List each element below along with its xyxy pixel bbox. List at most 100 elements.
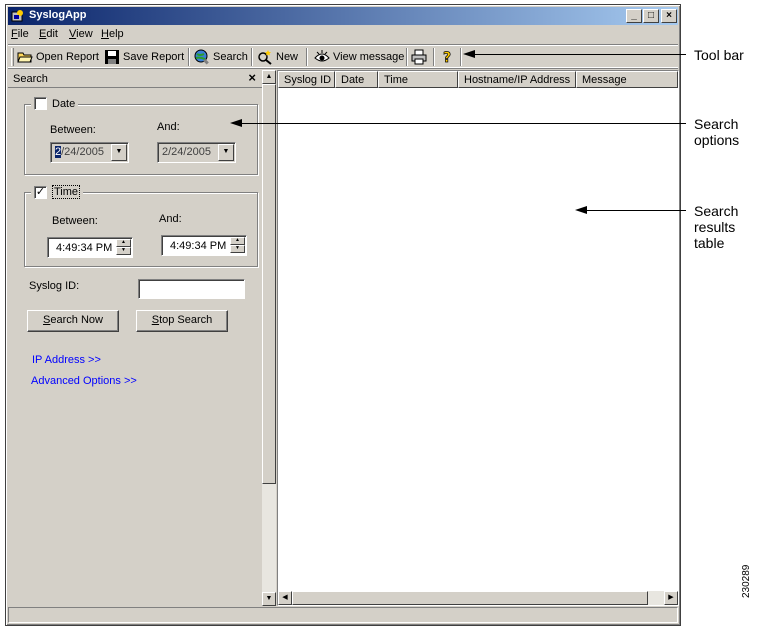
scroll-thumb[interactable] <box>262 84 276 484</box>
horizontal-scrollbar[interactable]: ◀ ▶ <box>278 591 678 605</box>
date-from-rest: /24/2005 <box>61 146 104 158</box>
stop-search-button[interactable]: Stop Search <box>136 310 228 332</box>
date-groupbox: Date Between: And: 2/24/2005 ▼ 2/24/2005… <box>24 97 258 175</box>
time-checkbox[interactable]: ✓ <box>34 185 47 199</box>
save-report-label: Save Report <box>123 51 185 63</box>
vertical-scrollbar[interactable]: ▲ ▼ <box>262 70 276 606</box>
time-from-spinner[interactable]: 4:49:34 PM ▲ ▼ <box>47 237 133 258</box>
minimize-button[interactable]: _ <box>626 9 642 23</box>
spin-down-icon[interactable]: ▼ <box>116 247 131 255</box>
results-line-3: table <box>694 235 725 251</box>
print-button[interactable] <box>411 48 427 66</box>
question-mark-icon: ? <box>443 50 452 65</box>
time-between-label: Between: <box>52 215 98 227</box>
open-report-label: Open Report <box>36 51 99 63</box>
spin-up-icon[interactable]: ▲ <box>116 239 131 247</box>
printer-icon <box>411 49 427 65</box>
title-bar[interactable]: SyslogApp _ □ × <box>8 7 678 25</box>
horizontal-scroll-thumb[interactable] <box>292 591 648 605</box>
menu-help-label: elp <box>108 28 124 40</box>
menu-help[interactable]: Help <box>101 28 124 40</box>
column-header-date[interactable]: Date <box>335 71 378 88</box>
search-pane-title: Search <box>13 73 48 85</box>
help-button[interactable]: ? <box>439 48 455 66</box>
menu-file-label: ile <box>17 28 29 40</box>
open-report-button[interactable]: Open Report <box>17 48 99 66</box>
spin-down-icon[interactable]: ▼ <box>230 245 245 253</box>
toolbar-grip[interactable] <box>11 48 14 66</box>
column-header-time[interactable]: Time <box>378 71 458 88</box>
syslog-id-input[interactable] <box>138 279 245 299</box>
toolbar-separator <box>433 48 435 66</box>
time-from-spin-buttons: ▲ ▼ <box>116 239 131 256</box>
view-message-button[interactable]: View message <box>314 48 404 66</box>
toolbar: Open Report Save Report Search New View … <box>8 44 678 68</box>
table-header: Syslog ID Date Time Hostname/IP Address … <box>278 71 678 88</box>
search-pane-header: Search × <box>8 70 262 88</box>
maximize-button[interactable]: □ <box>643 9 659 23</box>
toolbar-callout-line <box>474 54 686 55</box>
date-from-value: 2/24/2005 <box>55 146 104 158</box>
stop-search-label: top Search <box>159 314 213 326</box>
toolbar-separator <box>306 48 308 66</box>
toolbar-separator <box>406 48 408 66</box>
toolbar-separator <box>460 48 462 66</box>
date-from-picker[interactable]: 2/24/2005 ▼ <box>50 142 129 163</box>
date-to-dropdown-icon[interactable]: ▼ <box>218 144 234 161</box>
search-label: Search <box>213 51 248 63</box>
toolbar-separator <box>251 48 253 66</box>
app-window: SyslogApp _ □ × File Edit View Help Open… <box>5 4 681 626</box>
floppy-disk-icon <box>105 50 119 64</box>
stop-search-accel: S <box>151 314 160 326</box>
open-folder-icon <box>17 52 33 63</box>
ip-address-link[interactable]: IP Address >> <box>32 354 101 366</box>
results-callout-line <box>586 210 686 211</box>
spin-up-icon[interactable]: ▲ <box>230 237 245 245</box>
search-button[interactable]: Search <box>194 48 248 66</box>
search-now-button[interactable]: Search Now <box>27 310 119 332</box>
date-label: Date <box>52 97 76 110</box>
date-to-value: 2/24/2005 <box>162 146 211 158</box>
menu-file[interactable]: File <box>11 28 29 40</box>
window-title: SyslogApp <box>29 9 87 21</box>
toolbar-separator <box>188 48 190 66</box>
column-header-message[interactable]: Message <box>576 71 678 88</box>
scroll-up-icon[interactable]: ▲ <box>262 70 276 84</box>
results-line-1: Search <box>694 203 739 219</box>
eye-icon <box>314 50 330 62</box>
time-and-label: And: <box>159 213 182 225</box>
date-between-label: Between: <box>50 124 96 136</box>
new-button[interactable]: New <box>257 48 298 66</box>
time-to-value: 4:49:34 PM <box>170 240 227 252</box>
results-line-2: results <box>694 219 736 235</box>
results-callout-text: Search results table <box>694 203 738 251</box>
date-and-label: And: <box>157 121 180 133</box>
time-legend: ✓ Time <box>31 185 84 199</box>
date-from-dropdown-icon[interactable]: ▼ <box>111 144 127 161</box>
close-pane-icon[interactable]: × <box>248 70 256 85</box>
status-bar <box>8 607 678 623</box>
search-options-callout-line <box>241 123 686 124</box>
search-options-line-2: options <box>694 132 740 148</box>
close-window-button[interactable]: × <box>661 9 677 23</box>
scroll-down-icon[interactable]: ▼ <box>262 592 276 606</box>
menu-view-label: iew <box>76 28 93 40</box>
menu-view[interactable]: View <box>69 28 93 40</box>
menu-edit-label: dit <box>46 28 58 40</box>
globe-search-icon <box>194 49 209 65</box>
scroll-left-icon[interactable]: ◀ <box>278 591 292 605</box>
time-to-spinner[interactable]: 4:49:34 PM ▲ ▼ <box>161 235 247 256</box>
column-header-syslog-id[interactable]: Syslog ID <box>278 71 335 88</box>
menu-edit[interactable]: Edit <box>39 28 58 40</box>
date-to-picker[interactable]: 2/24/2005 ▼ <box>157 142 236 163</box>
search-results-table[interactable]: Syslog ID Date Time Hostname/IP Address … <box>277 70 679 606</box>
search-options-callout-text: Search options <box>694 116 739 148</box>
time-from-value: 4:49:34 PM <box>56 242 113 254</box>
advanced-options-link[interactable]: Advanced Options >> <box>31 375 137 387</box>
save-report-button[interactable]: Save Report <box>104 48 184 66</box>
search-now-label: earch Now <box>50 314 103 326</box>
scroll-right-icon[interactable]: ▶ <box>664 591 678 605</box>
column-header-hostname[interactable]: Hostname/IP Address <box>458 71 576 88</box>
date-checkbox[interactable] <box>34 97 47 110</box>
toolbar-callout-text: Tool bar <box>694 47 744 63</box>
